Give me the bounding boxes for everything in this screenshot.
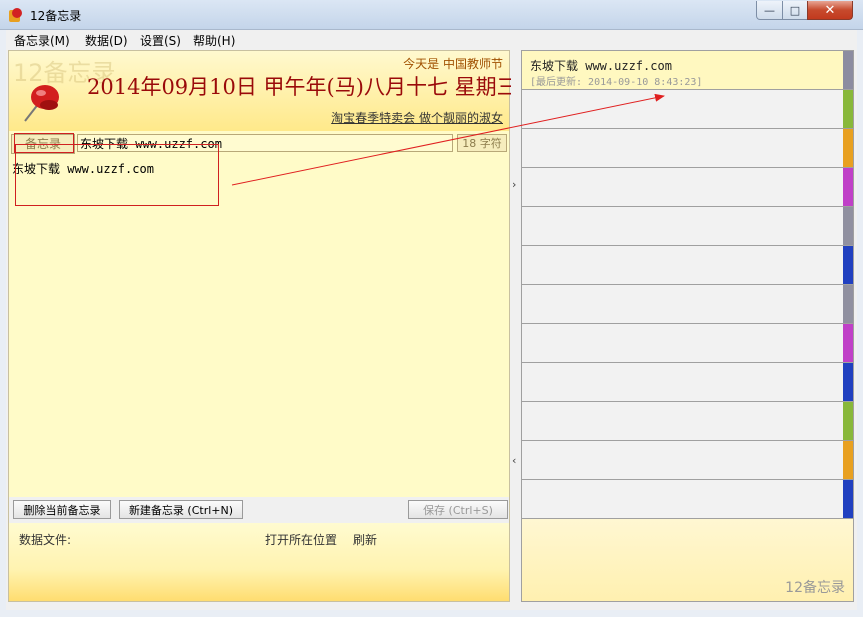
editor-panel: 12备忘录 今天是 中国教师节 2014年09月10日 甲午年(马)八月十七 星… bbox=[8, 50, 518, 602]
list-item-updated: [最后更新: 2014-09-10 8:43:23] bbox=[530, 77, 703, 88]
list-item[interactable] bbox=[522, 480, 853, 519]
panel-splitter[interactable]: › ‹ bbox=[511, 50, 521, 602]
list-item[interactable] bbox=[522, 129, 853, 168]
list-item[interactable] bbox=[522, 90, 853, 129]
data-file-label: 数据文件: bbox=[19, 533, 72, 547]
color-tag bbox=[843, 285, 853, 323]
collapse-arrow-icon[interactable]: ‹ bbox=[512, 454, 516, 467]
menu-data[interactable]: 数据(D) bbox=[85, 32, 128, 49]
color-tag bbox=[843, 324, 853, 362]
main-area: 12备忘录 今天是 中国教师节 2014年09月10日 甲午年(马)八月十七 星… bbox=[6, 50, 857, 610]
button-row: 删除当前备忘录 新建备忘录 (Ctrl+N) 保存 (Ctrl+S) bbox=[9, 497, 509, 523]
color-tag bbox=[843, 246, 853, 284]
maximize-button[interactable]: □ bbox=[782, 1, 808, 20]
app-logo-icon bbox=[9, 8, 22, 22]
color-tag bbox=[843, 480, 853, 518]
list-item[interactable] bbox=[522, 207, 853, 246]
new-memo-button[interactable]: 新建备忘录 (Ctrl+N) bbox=[119, 500, 243, 519]
menu-bar: 备忘录(M) 数据(D) 设置(S) 帮助(H) bbox=[6, 30, 857, 51]
color-tag bbox=[843, 207, 853, 245]
char-count: 18 字符 bbox=[457, 134, 507, 152]
menu-help[interactable]: 帮助(H) bbox=[193, 32, 235, 49]
color-tag bbox=[843, 363, 853, 401]
save-button[interactable]: 保存 (Ctrl+S) bbox=[408, 500, 508, 519]
list-item-title: 东坡下载 www.uzzf.com bbox=[530, 59, 672, 73]
title-bar: 12备忘录 — □ ✕ bbox=[0, 0, 863, 30]
color-tag bbox=[843, 129, 853, 167]
memo-list: 东坡下载 www.uzzf.com [最后更新: 2014-09-10 8:43:… bbox=[521, 50, 854, 602]
color-tag bbox=[843, 168, 853, 206]
list-item[interactable] bbox=[522, 246, 853, 285]
color-tag bbox=[843, 402, 853, 440]
list-item[interactable]: 东坡下载 www.uzzf.com [最后更新: 2014-09-10 8:43:… bbox=[522, 51, 853, 90]
list-footer: 12备忘录 bbox=[522, 519, 853, 601]
list-item[interactable] bbox=[522, 441, 853, 480]
delete-memo-button[interactable]: 删除当前备忘录 bbox=[13, 500, 111, 519]
expand-arrow-icon[interactable]: › bbox=[512, 178, 516, 191]
menu-settings[interactable]: 设置(S) bbox=[140, 32, 181, 49]
holiday-label: 今天是 中国教师节 bbox=[403, 57, 503, 71]
color-tag bbox=[843, 441, 853, 479]
promo-link[interactable]: 淘宝春季特卖会 做个靓丽的淑女 bbox=[331, 109, 503, 126]
window-title: 12备忘录 bbox=[30, 9, 82, 23]
color-tag bbox=[843, 90, 853, 128]
refresh-link[interactable]: 刷新 bbox=[353, 531, 377, 548]
open-location-link[interactable]: 打开所在位置 bbox=[265, 531, 337, 548]
list-item[interactable] bbox=[522, 285, 853, 324]
list-item[interactable] bbox=[522, 324, 853, 363]
list-item[interactable] bbox=[522, 363, 853, 402]
list-item[interactable] bbox=[522, 402, 853, 441]
pushpin-icon bbox=[24, 85, 59, 122]
memo-content-textarea[interactable]: 东坡下载 www.uzzf.com bbox=[9, 156, 509, 496]
close-button[interactable]: ✕ bbox=[807, 1, 853, 20]
current-date: 2014年09月10日 甲午年(马)八月十七 星期三 bbox=[87, 75, 518, 99]
annotation-box-content bbox=[15, 144, 219, 206]
menu-memo[interactable]: 备忘录(M) bbox=[14, 32, 70, 49]
date-header: 12备忘录 今天是 中国教师节 2014年09月10日 甲午年(马)八月十七 星… bbox=[9, 51, 518, 131]
brand-label: 12备忘录 bbox=[785, 580, 845, 596]
list-item[interactable] bbox=[522, 168, 853, 207]
minimize-button[interactable]: — bbox=[756, 1, 783, 20]
status-area: 数据文件: 打开所在位置 刷新 bbox=[9, 523, 509, 601]
color-tag bbox=[843, 51, 853, 89]
